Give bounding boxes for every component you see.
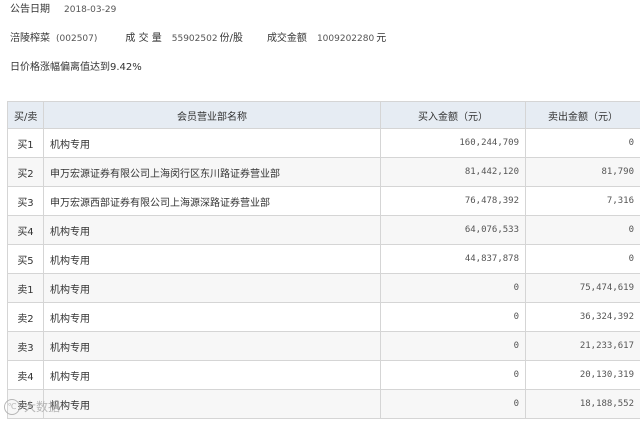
table-header-row: 买/卖 会员营业部名称 买入金额（元） 卖出金额（元） [7,101,640,129]
row-branch-name: 机构专用 [43,273,381,303]
row-sell-amount: 81,790 [525,157,640,187]
row-side: 卖4 [7,360,44,390]
row-buy-amount: 44,837,878 [380,244,526,274]
row-branch-name: 机构专用 [43,331,381,361]
header-branch-name: 会员营业部名称 [43,101,381,129]
table-row: 买4 机构专用 64,076,533 0 [7,215,640,245]
row-sell-amount: 75,474,619 [525,273,640,303]
header-sell-amount: 卖出金额（元） [525,101,640,129]
table-row: 卖2 机构专用 0 36,324,392 [7,302,640,332]
table-row: 买1 机构专用 160,244,709 0 [7,128,640,158]
row-buy-amount: 0 [380,360,526,390]
watermark-logo-icon: ℃ [4,398,20,415]
stock-name: 涪陵榨菜 [10,33,50,44]
row-sell-amount: 36,324,392 [525,302,640,332]
row-side: 买3 [7,186,44,216]
row-sell-amount: 0 [525,128,640,158]
row-branch-name: 机构专用 [43,244,381,274]
row-side: 卖1 [7,273,44,303]
row-branch-name: 机构专用 [43,302,381,332]
row-buy-amount: 0 [380,331,526,361]
watermark-text: 大数据 [24,400,61,414]
table-row: 卖3 机构专用 0 21,233,617 [7,331,640,361]
table-row: 买5 机构专用 44,837,878 0 [7,244,640,274]
row-side: 买2 [7,157,44,187]
table-row: 卖5 机构专用 0 18,188,552 [7,389,640,419]
stock-summary-line: 涪陵榨菜 (002507) 成 交 量 55902502 份/股 成交金额 10092022… [10,32,386,46]
row-branch-name: 机构专用 [43,360,381,390]
row-buy-amount: 64,076,533 [380,215,526,245]
stock-code: (002507) [56,34,98,44]
row-sell-amount: 20,130,319 [525,360,640,390]
row-sell-amount: 0 [525,244,640,274]
row-side: 买5 [7,244,44,274]
row-buy-amount: 81,442,120 [380,157,526,187]
volume-label: 成 交 量 [125,33,162,44]
table-row: 买2 申万宏源证券有限公司上海闵行区东川路证券营业部 81,442,120 81… [7,157,640,187]
volume-unit: 份/股 [219,33,243,44]
row-side: 卖3 [7,331,44,361]
row-sell-amount: 0 [525,215,640,245]
watermark: ℃ 大数据 [4,398,60,415]
row-side: 买1 [7,128,44,158]
row-branch-name: 机构专用 [43,389,381,419]
row-branch-name: 机构专用 [43,128,381,158]
row-buy-amount: 0 [380,302,526,332]
announcement-date-value: 2018-03-29 [64,5,117,15]
table-row: 卖4 机构专用 0 20,130,319 [7,360,640,390]
header-side: 买/卖 [7,101,44,129]
row-side: 买4 [7,215,44,245]
row-branch-name: 申万宏源证券有限公司上海闵行区东川路证券营业部 [43,157,381,187]
amount-value: 1009202280 [316,34,375,44]
trading-seats-table: 买/卖 会员营业部名称 买入金额（元） 卖出金额（元） 买1 机构专用 160,… [7,101,640,419]
announcement-date-label: 公告日期 [10,4,50,15]
row-sell-amount: 21,233,617 [525,331,640,361]
row-branch-name: 机构专用 [43,215,381,245]
row-sell-amount: 7,316 [525,186,640,216]
amount-label: 成交金额 [266,33,307,44]
announcement-date-line: 公告日期 2018-03-29 [10,3,116,17]
row-branch-name: 申万宏源西部证券有限公司上海源深路证券营业部 [43,186,381,216]
table-row: 买3 申万宏源西部证券有限公司上海源深路证券营业部 76,478,392 7,3… [7,186,640,216]
table-row: 卖1 机构专用 0 75,474,619 [7,273,640,303]
row-buy-amount: 76,478,392 [380,186,526,216]
header-buy-amount: 买入金额（元） [380,101,526,129]
amount-unit: 元 [376,33,387,44]
row-buy-amount: 0 [380,389,526,419]
row-buy-amount: 0 [380,273,526,303]
row-sell-amount: 18,188,552 [525,389,640,419]
listing-reason: 日价格涨幅偏离值达到9.42% [10,62,142,73]
row-buy-amount: 160,244,709 [380,128,526,158]
volume-value: 55902502 [171,34,218,44]
row-side: 卖2 [7,302,44,332]
